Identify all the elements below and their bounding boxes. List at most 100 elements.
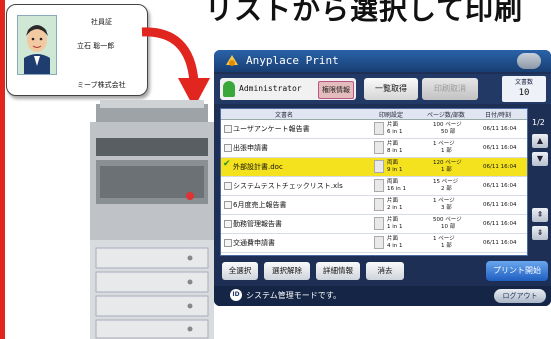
page-count: 1 ページ [433, 236, 455, 242]
card-employee-name: 立石 聡一郎 [77, 42, 115, 50]
header-pages-copies: ページ数/部数 [427, 112, 465, 119]
print-setting-layout: 8 in 1 [387, 148, 403, 154]
multifunction-printer-illustration [90, 100, 214, 339]
scroll-up-icon[interactable]: ▲ [532, 134, 548, 148]
permission-info-button[interactable]: 権限情報 [318, 81, 354, 99]
print-setting-sides: 両面 [387, 160, 399, 166]
table-row[interactable]: ✔ 外部設計書.doc 両面 9 in 1 120 ページ 1 部 06/11 16:04 [221, 158, 527, 177]
table-row[interactable]: システムテストチェックリスト.xls 両面 16 in 1 15 ページ 2 部 06/1… [221, 177, 527, 196]
date-time: 06/11 16:04 [483, 164, 517, 170]
page-count: 1 ページ [433, 198, 455, 204]
row-checkbox[interactable] [224, 125, 232, 133]
select-all-button[interactable]: 全選択 [222, 262, 258, 280]
print-setting-sides: 片面 [387, 236, 399, 242]
user-name: Administrator [239, 84, 302, 93]
print-setting-sides: 片面 [387, 217, 399, 223]
header-date-time: 日付/時刻 [485, 112, 512, 119]
doc-name: 勤務管理報告書 [233, 220, 282, 228]
print-setting-layout: 4 in 1 [387, 243, 403, 249]
doc-name: システムテストチェックリスト.xls [233, 182, 343, 190]
date-time: 06/11 16:04 [483, 202, 517, 208]
scroll-top-icon[interactable]: ⇞ [532, 208, 548, 222]
id-icon: ID [230, 289, 242, 301]
print-setting-sides: 片面 [387, 141, 399, 147]
date-time: 06/11 16:04 [483, 221, 517, 227]
page-count: 100 ページ [433, 122, 462, 128]
doc-name: ユーザアンケート報告書 [233, 125, 310, 133]
document-icon [374, 160, 384, 173]
delete-button[interactable]: 消去 [366, 262, 404, 280]
scroll-bottom-icon[interactable]: ⇟ [532, 226, 548, 240]
doc-name: 交通費申請書 [233, 239, 275, 247]
logout-button[interactable]: ログアウト [494, 289, 546, 303]
print-setting-layout: 16 in 1 [387, 186, 407, 192]
date-time: 06/11 16:04 [483, 126, 517, 132]
detail-info-button[interactable]: 詳細情報 [316, 262, 360, 280]
check-icon: ✔ [223, 159, 231, 169]
app-logo-icon [226, 55, 238, 66]
table-row[interactable]: 勤務管理報告書 片面 1 in 1 500 ページ 10 部 06/11 16:04 [221, 215, 527, 234]
status-message: システム管理モードです。 [246, 291, 341, 300]
table-row[interactable]: 出張申請書 片面 8 in 1 1 ページ 1 部 06/11 16:04 [221, 139, 527, 158]
table-row[interactable]: ユーザアンケート報告書 片面 6 in 1 100 ページ 50 部 06/11 16:0… [221, 120, 527, 139]
document-table: 文書名 印刷設定 ページ数/部数 日付/時刻 ユーザアンケート報告書 片面 6 in… [220, 108, 528, 256]
deselect-button[interactable]: 選択解除 [264, 262, 310, 280]
scroll-controls: 1/2 ▲ ▼ ⇞ ⇟ [530, 108, 550, 254]
header-doc-name: 文書名 [275, 112, 294, 119]
row-checkbox[interactable] [224, 201, 232, 209]
card-company: ミーブ株式会社 [77, 81, 126, 89]
copy-count: 3 部 [441, 205, 452, 211]
doc-name: 出張申請書 [233, 144, 268, 152]
copy-count: 50 部 [441, 129, 456, 135]
document-count-value: 10 [518, 88, 530, 98]
doc-name: 6月度売上報告書 [233, 201, 287, 209]
date-time: 06/11 16:04 [483, 183, 517, 189]
page-count: 500 ページ [433, 217, 462, 223]
page-indicator: 1/2 [532, 118, 545, 127]
print-setting-sides: 両面 [387, 179, 399, 185]
print-setting-sides: 片面 [387, 198, 399, 204]
document-count: 文書数 10 [502, 76, 546, 102]
table-row[interactable]: 6月度売上報告書 片面 2 in 1 1 ページ 3 部 06/11 16:04 [221, 196, 527, 215]
date-time: 06/11 16:04 [483, 145, 517, 151]
employee-id-card: 社員証 立石 聡一郎 ミーブ株式会社 [6, 4, 148, 96]
status-bar: ID システム管理モードです。 ログアウト [214, 286, 551, 306]
print-setting-layout: 2 in 1 [387, 205, 403, 211]
print-setting-sides: 片面 [387, 122, 399, 128]
action-bar: 全選択 選択解除 詳細情報 消去 プリント開始 [214, 258, 551, 284]
row-checkbox[interactable] [224, 182, 232, 190]
copy-count: 1 部 [441, 148, 452, 154]
row-checkbox[interactable] [224, 220, 232, 228]
row-checkbox[interactable] [224, 239, 232, 247]
copy-count: 2 部 [441, 186, 452, 192]
copy-count: 1 部 [441, 167, 452, 173]
print-setting-layout: 6 in 1 [387, 129, 403, 135]
document-count-label: 文書数 [514, 79, 533, 86]
app-title: Anyplace Print [246, 54, 339, 67]
print-setting-layout: 9 in 1 [387, 167, 403, 173]
employee-portrait [17, 15, 57, 75]
document-icon [374, 179, 384, 192]
print-start-button[interactable]: プリント開始 [486, 261, 548, 281]
card-title: 社員証 [91, 18, 112, 26]
date-time: 06/11 16:04 [483, 240, 517, 246]
page-count: 120 ページ [433, 160, 462, 166]
cancel-print-button[interactable]: 印刷取消 [422, 78, 478, 100]
user-icon [223, 81, 235, 97]
document-icon [374, 141, 384, 154]
document-icon [374, 217, 384, 230]
title-bar: Anyplace Print [214, 50, 551, 72]
red-side-stripe [0, 0, 5, 339]
page-count: 15 ページ [433, 179, 459, 185]
row-checkbox[interactable] [224, 144, 232, 152]
document-icon [374, 236, 384, 249]
close-button[interactable] [517, 53, 541, 69]
table-row[interactable]: 交通費申請書 片面 4 in 1 1 ページ 1 部 06/11 16:04 [221, 234, 527, 253]
page-down-icon[interactable]: ▼ [532, 152, 548, 166]
doc-name: 外部設計書.doc [233, 163, 283, 171]
document-icon [374, 198, 384, 211]
copy-count: 10 部 [441, 224, 456, 230]
fetch-list-button[interactable]: 一覧取得 [364, 78, 418, 100]
table-header: 文書名 印刷設定 ページ数/部数 日付/時刻 [221, 109, 527, 120]
copy-count: 1 部 [441, 243, 452, 249]
